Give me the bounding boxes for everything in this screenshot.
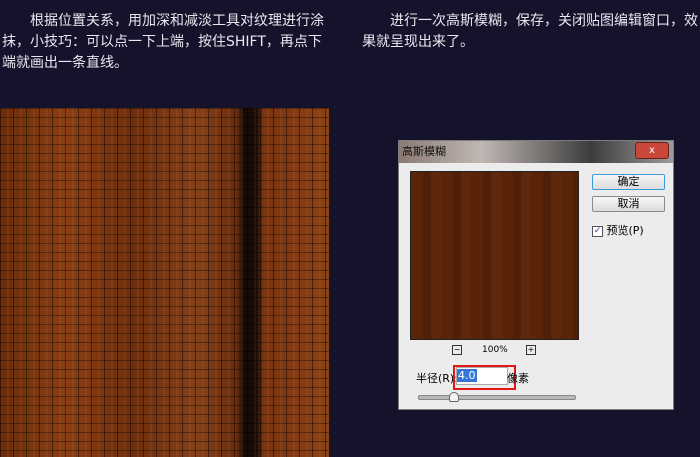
zoom-level: 100%: [482, 345, 508, 355]
radius-label: 半径(R):: [416, 372, 458, 385]
checkbox-icon[interactable]: ✓: [592, 225, 603, 237]
ok-button[interactable]: 确定: [592, 174, 665, 190]
instruction-left: 根据位置关系，用加深和减淡工具对纹理进行涂抹，小技巧：可以点一下上端，按住SHI…: [2, 13, 324, 71]
preview-checkbox[interactable]: ✓ 预览(P): [592, 222, 644, 238]
unit-label: 像素: [507, 372, 529, 385]
instruction-right: 进行一次高斯模糊，保存，关闭贴图编辑窗口，效果就呈现出来了。: [362, 13, 698, 50]
zoom-out-button[interactable]: −: [452, 345, 462, 355]
cancel-button[interactable]: 取消: [592, 196, 665, 212]
preview-pane[interactable]: [410, 171, 579, 340]
zoom-in-button[interactable]: +: [526, 345, 536, 355]
dialog-title: 高斯模糊: [399, 141, 673, 163]
close-button[interactable]: x: [635, 142, 669, 159]
wood-texture-image: [0, 108, 329, 457]
slider-thumb[interactable]: [449, 392, 459, 402]
radius-slider[interactable]: [418, 392, 576, 402]
preview-label: 预览(P): [606, 224, 644, 237]
gaussian-blur-dialog: 高斯模糊 x 确定 取消 ✓ 预览(P) − 100% + 半径(R): 4.0…: [398, 140, 674, 410]
